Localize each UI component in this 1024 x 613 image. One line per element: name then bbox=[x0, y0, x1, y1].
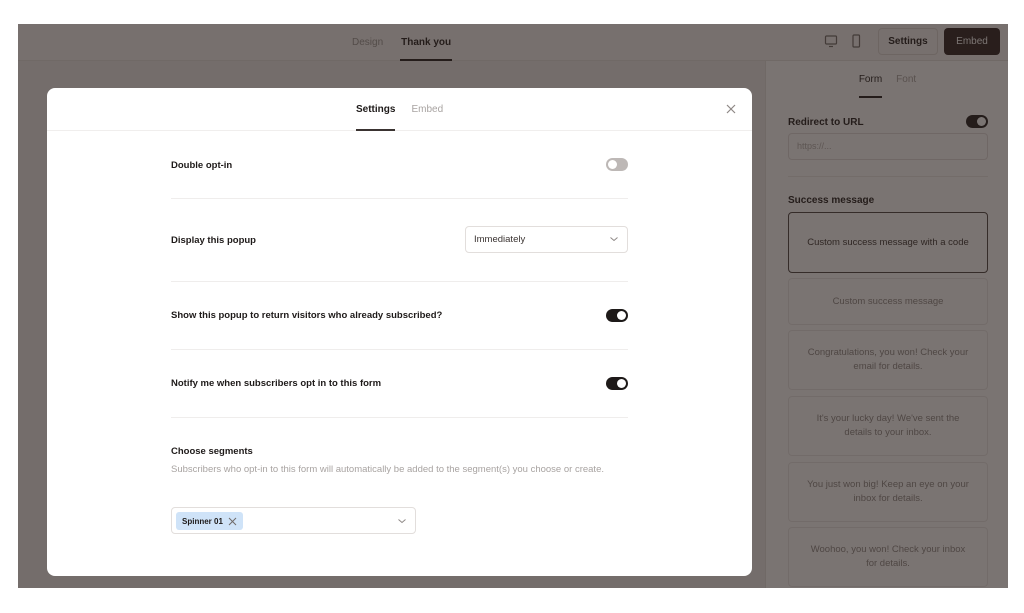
divider bbox=[171, 417, 628, 418]
divider bbox=[171, 281, 628, 282]
return-visitors-label: Show this popup to return visitors who a… bbox=[171, 310, 443, 321]
display-popup-value: Immediately bbox=[474, 234, 526, 245]
settings-modal: Settings Embed Double opt-in Display thi… bbox=[47, 88, 752, 576]
segments-select[interactable]: Spinner 01 bbox=[171, 507, 416, 534]
divider bbox=[171, 349, 628, 350]
notify-toggle[interactable] bbox=[606, 377, 628, 390]
double-optin-label: Double opt-in bbox=[171, 160, 233, 171]
modal-tab-settings[interactable]: Settings bbox=[356, 88, 396, 131]
display-popup-label: Display this popup bbox=[171, 235, 256, 246]
close-icon[interactable] bbox=[724, 102, 738, 116]
segments-description: Subscribers who opt-in to this form will… bbox=[171, 464, 604, 475]
segment-chip: Spinner 01 bbox=[176, 512, 243, 530]
modal-header: Settings Embed bbox=[47, 88, 752, 131]
remove-chip-icon[interactable] bbox=[228, 517, 237, 526]
double-optin-toggle[interactable] bbox=[606, 158, 628, 171]
segments-title: Choose segments bbox=[171, 446, 253, 457]
divider bbox=[171, 198, 628, 199]
modal-tabs: Settings Embed bbox=[356, 88, 443, 131]
chevron-down-icon bbox=[398, 519, 406, 524]
chevron-down-icon bbox=[610, 237, 618, 242]
display-popup-select[interactable]: Immediately bbox=[465, 226, 628, 253]
modal-tab-embed[interactable]: Embed bbox=[411, 88, 443, 131]
return-visitors-toggle[interactable] bbox=[606, 309, 628, 322]
notify-label: Notify me when subscribers opt in to thi… bbox=[171, 378, 382, 389]
segment-chip-label: Spinner 01 bbox=[182, 516, 223, 526]
